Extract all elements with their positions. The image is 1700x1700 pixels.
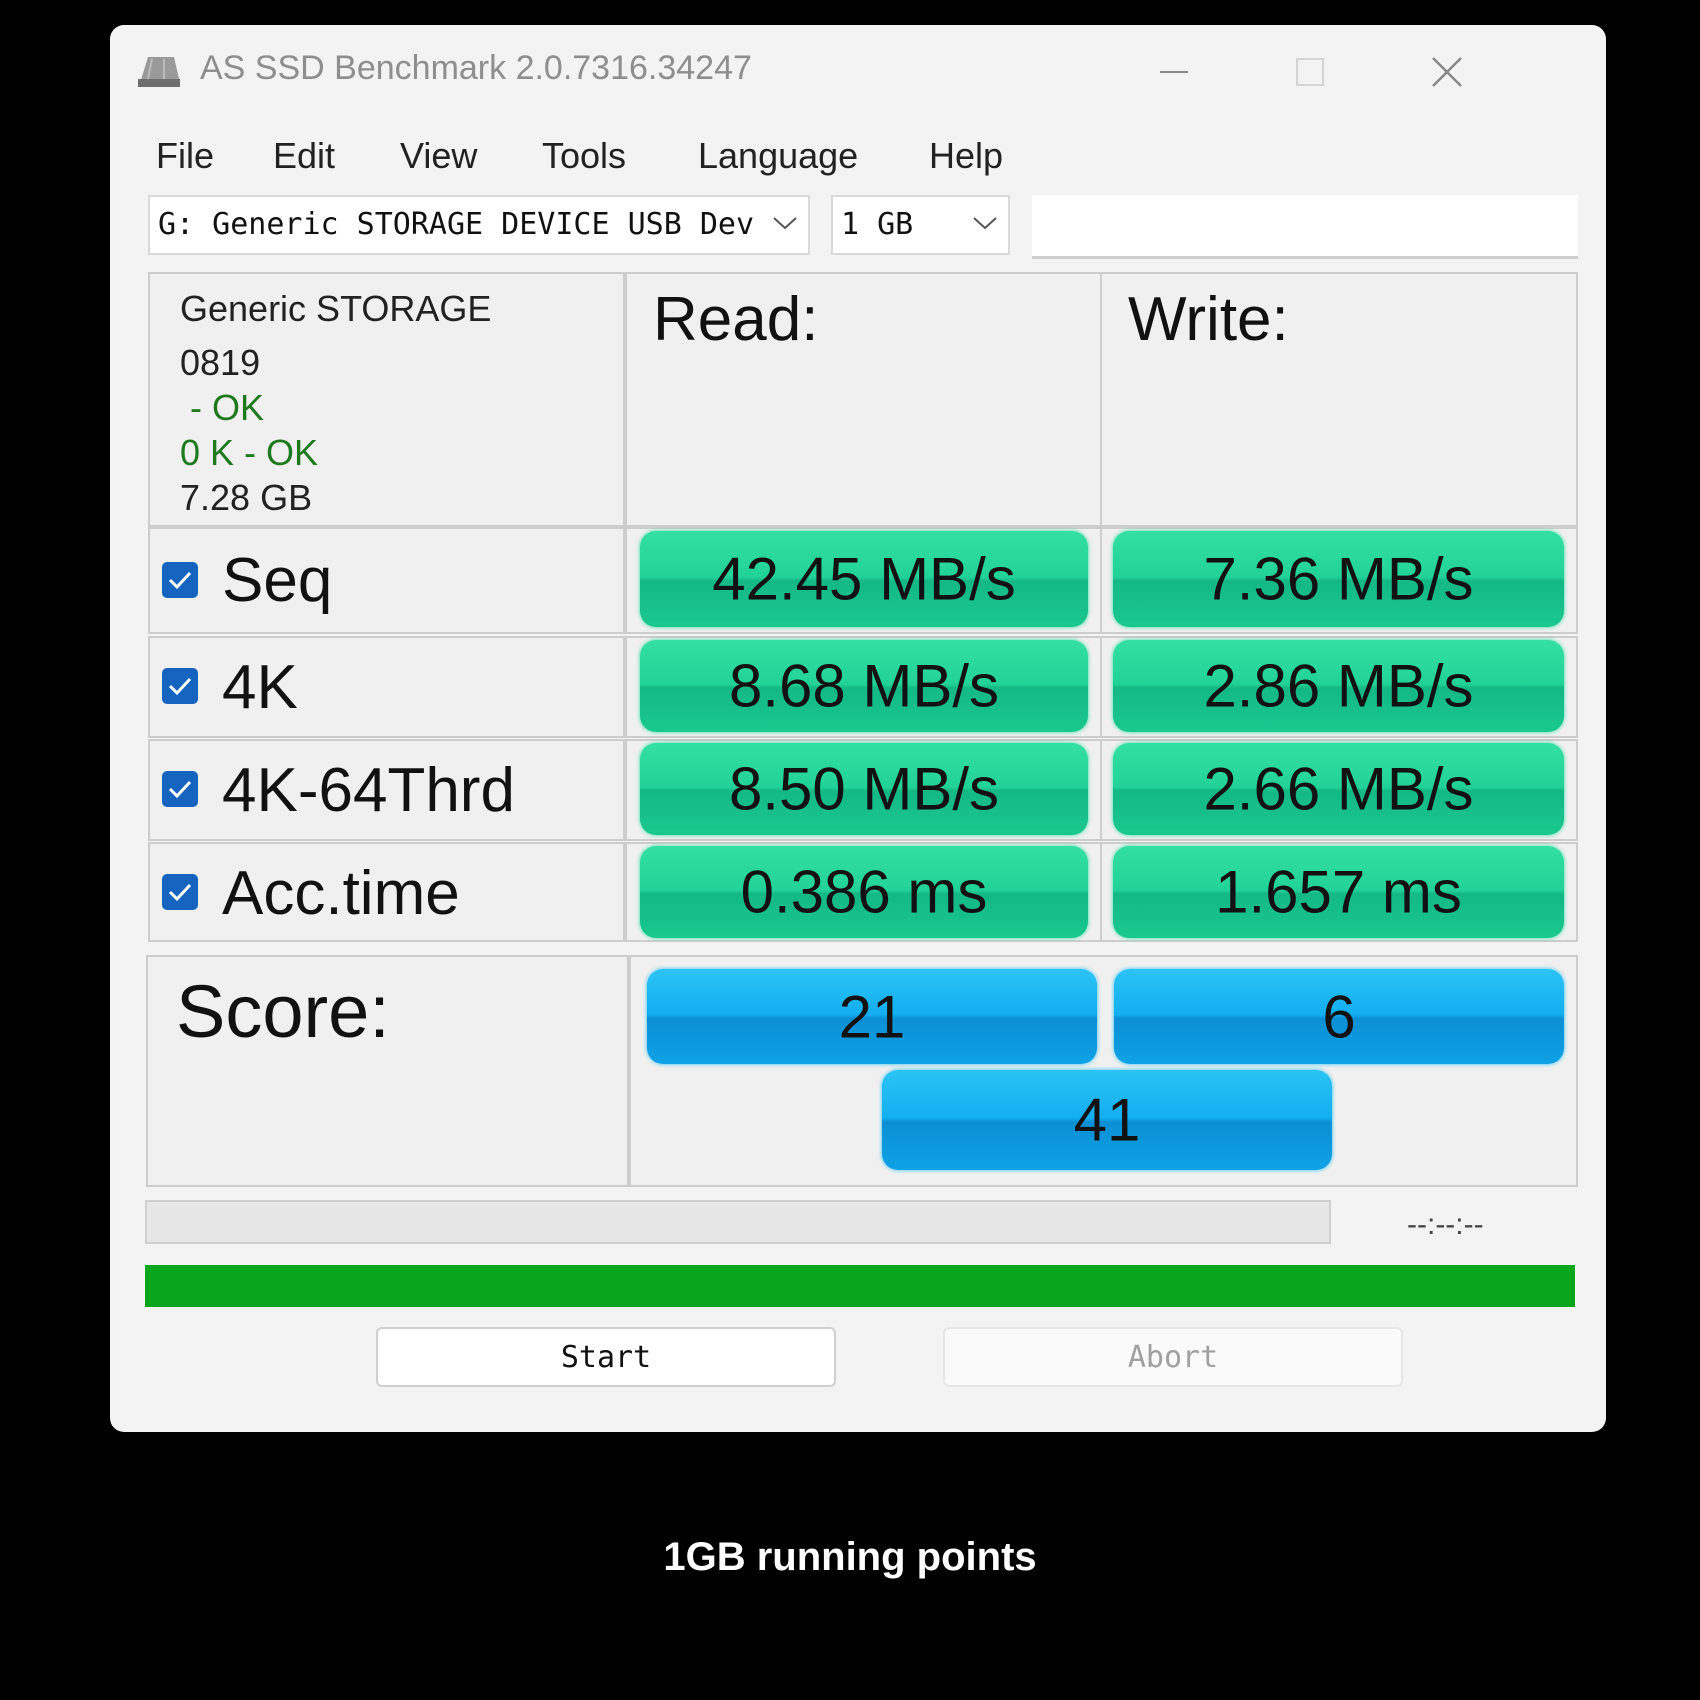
score-label-cell: Score: <box>146 955 629 1187</box>
row-acctime-label-cell: Acc.time <box>148 842 625 942</box>
4k64-write-result: 2.66 MB/s <box>1113 743 1564 835</box>
score-read-value: 21 <box>838 983 906 1050</box>
device-status-1: - OK <box>180 387 265 428</box>
app-window: AS SSD Benchmark 2.0.7316.34247 File Edi… <box>110 25 1606 1432</box>
write-header-cell: Write: <box>1100 272 1578 527</box>
chevron-down-icon <box>973 217 997 230</box>
size-select[interactable]: 1 GB <box>831 195 1010 255</box>
checkbox-4k[interactable] <box>162 668 198 704</box>
seq-read-result: 42.45 MB/s <box>640 531 1088 627</box>
4k64-write-value: 2.66 MB/s <box>1203 755 1474 823</box>
image-caption: 1GB running points <box>663 1535 1037 1579</box>
checkbox-acctime[interactable] <box>162 874 198 910</box>
menu-help[interactable]: Help <box>929 135 1003 177</box>
4k-write-result: 2.86 MB/s <box>1113 640 1564 732</box>
read-header: Read: <box>653 285 819 354</box>
minimize-icon[interactable] <box>1152 50 1196 94</box>
start-button[interactable]: Start <box>376 1327 836 1387</box>
drive-select-value: G: Generic STORAGE DEVICE USB Dev <box>158 207 755 242</box>
score-total: 41 <box>882 1070 1332 1170</box>
device-name: Generic STORAGE <box>180 288 492 329</box>
device-firmware: 0819 <box>180 342 261 383</box>
menu-view[interactable]: View <box>400 135 477 177</box>
score-write-value: 6 <box>1322 983 1356 1050</box>
seq-write-result: 7.36 MB/s <box>1113 531 1564 627</box>
seq-read-value: 42.45 MB/s <box>712 545 1016 613</box>
title-bar: AS SSD Benchmark 2.0.7316.34247 <box>110 25 1606 120</box>
menu-edit[interactable]: Edit <box>273 135 335 177</box>
row-4k64-label-cell: 4K-64Thrd <box>148 739 625 841</box>
read-header-cell: Read: <box>625 272 1102 527</box>
device-capacity: 7.28 GB <box>180 477 313 518</box>
overall-progress-bar <box>145 1265 1575 1307</box>
4k-read-value: 8.68 MB/s <box>728 652 1000 720</box>
score-total-value: 41 <box>1073 1086 1141 1154</box>
acctime-write-value: 1.657 ms <box>1215 858 1462 926</box>
row-4k64-label: 4K-64Thrd <box>222 756 515 825</box>
maximize-icon[interactable] <box>1288 50 1332 94</box>
4k-write-value: 2.86 MB/s <box>1203 652 1474 720</box>
row-4k-label: 4K <box>222 653 298 722</box>
checkbox-4k64[interactable] <box>162 771 198 807</box>
test-progress-bar <box>145 1200 1331 1244</box>
row-4k-label-cell: 4K <box>148 636 625 738</box>
device-info-panel: Generic STORAGE 0819 - OK 0 K - OK 7.28 … <box>148 272 625 527</box>
size-select-value: 1 GB <box>841 207 914 242</box>
menu-language[interactable]: Language <box>698 135 858 177</box>
menu-bar: File Edit View Tools Language Help <box>110 125 1606 185</box>
abort-button[interactable]: Abort <box>943 1327 1403 1387</box>
drive-select[interactable]: G: Generic STORAGE DEVICE USB Dev <box>148 195 810 255</box>
4k64-read-result: 8.50 MB/s <box>640 743 1088 835</box>
menu-file[interactable]: File <box>156 135 214 177</box>
close-icon[interactable] <box>1425 50 1469 94</box>
score-write: 6 <box>1114 969 1564 1064</box>
window-title: AS SSD Benchmark 2.0.7316.34247 <box>200 49 752 87</box>
score-label: Score: <box>176 970 390 1053</box>
checkbox-seq[interactable] <box>162 562 198 598</box>
acctime-read-result: 0.386 ms <box>640 846 1088 938</box>
drive-app-icon <box>138 57 180 87</box>
4k-read-result: 8.68 MB/s <box>640 640 1088 732</box>
row-acctime-label: Acc.time <box>222 859 460 928</box>
status-field <box>1032 195 1578 259</box>
menu-tools[interactable]: Tools <box>542 135 626 177</box>
seq-write-value: 7.36 MB/s <box>1203 545 1474 613</box>
chevron-down-icon <box>773 217 797 230</box>
write-header: Write: <box>1128 285 1289 354</box>
elapsed-timer: --:--:-- <box>1407 1208 1484 1241</box>
row-seq-label: Seq <box>222 546 333 615</box>
acctime-write-result: 1.657 ms <box>1113 846 1564 938</box>
4k64-read-value: 8.50 MB/s <box>728 755 1000 823</box>
device-status-2: 0 K - OK <box>180 432 319 473</box>
score-read: 21 <box>647 969 1097 1064</box>
row-seq-label-cell: Seq <box>148 527 625 634</box>
acctime-read-value: 0.386 ms <box>740 858 988 926</box>
